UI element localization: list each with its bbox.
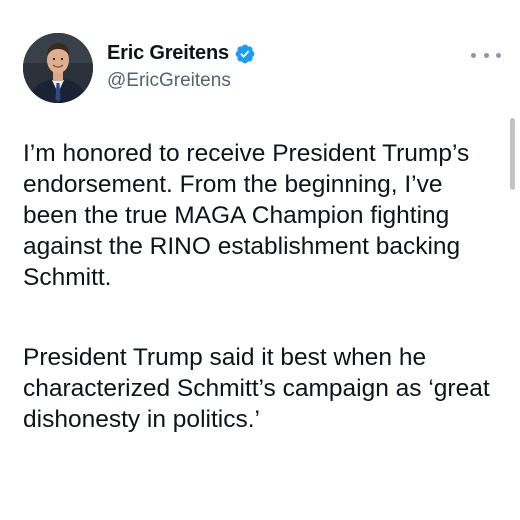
tweet-text-paragraph: I’m honored to receive President Trump’s…: [23, 140, 470, 291]
tweet-text-paragraph: President Trump said it best when he cha…: [23, 344, 490, 433]
author-handle[interactable]: @EricGreitens: [107, 70, 231, 92]
author-name-row: Eric Greitens: [107, 42, 256, 65]
avatar[interactable]: [23, 33, 93, 103]
dot: [496, 52, 501, 58]
more-options-icon[interactable]: [471, 47, 501, 63]
dot: [483, 52, 489, 58]
verified-badge-icon: [234, 43, 256, 65]
profile-photo: [23, 33, 93, 103]
tweet-card: Eric Greitens @EricGreitens I’m honored …: [0, 0, 520, 520]
dot: [471, 52, 476, 58]
scrollbar[interactable]: [510, 118, 515, 190]
author-display-name[interactable]: Eric Greitens: [107, 42, 229, 65]
